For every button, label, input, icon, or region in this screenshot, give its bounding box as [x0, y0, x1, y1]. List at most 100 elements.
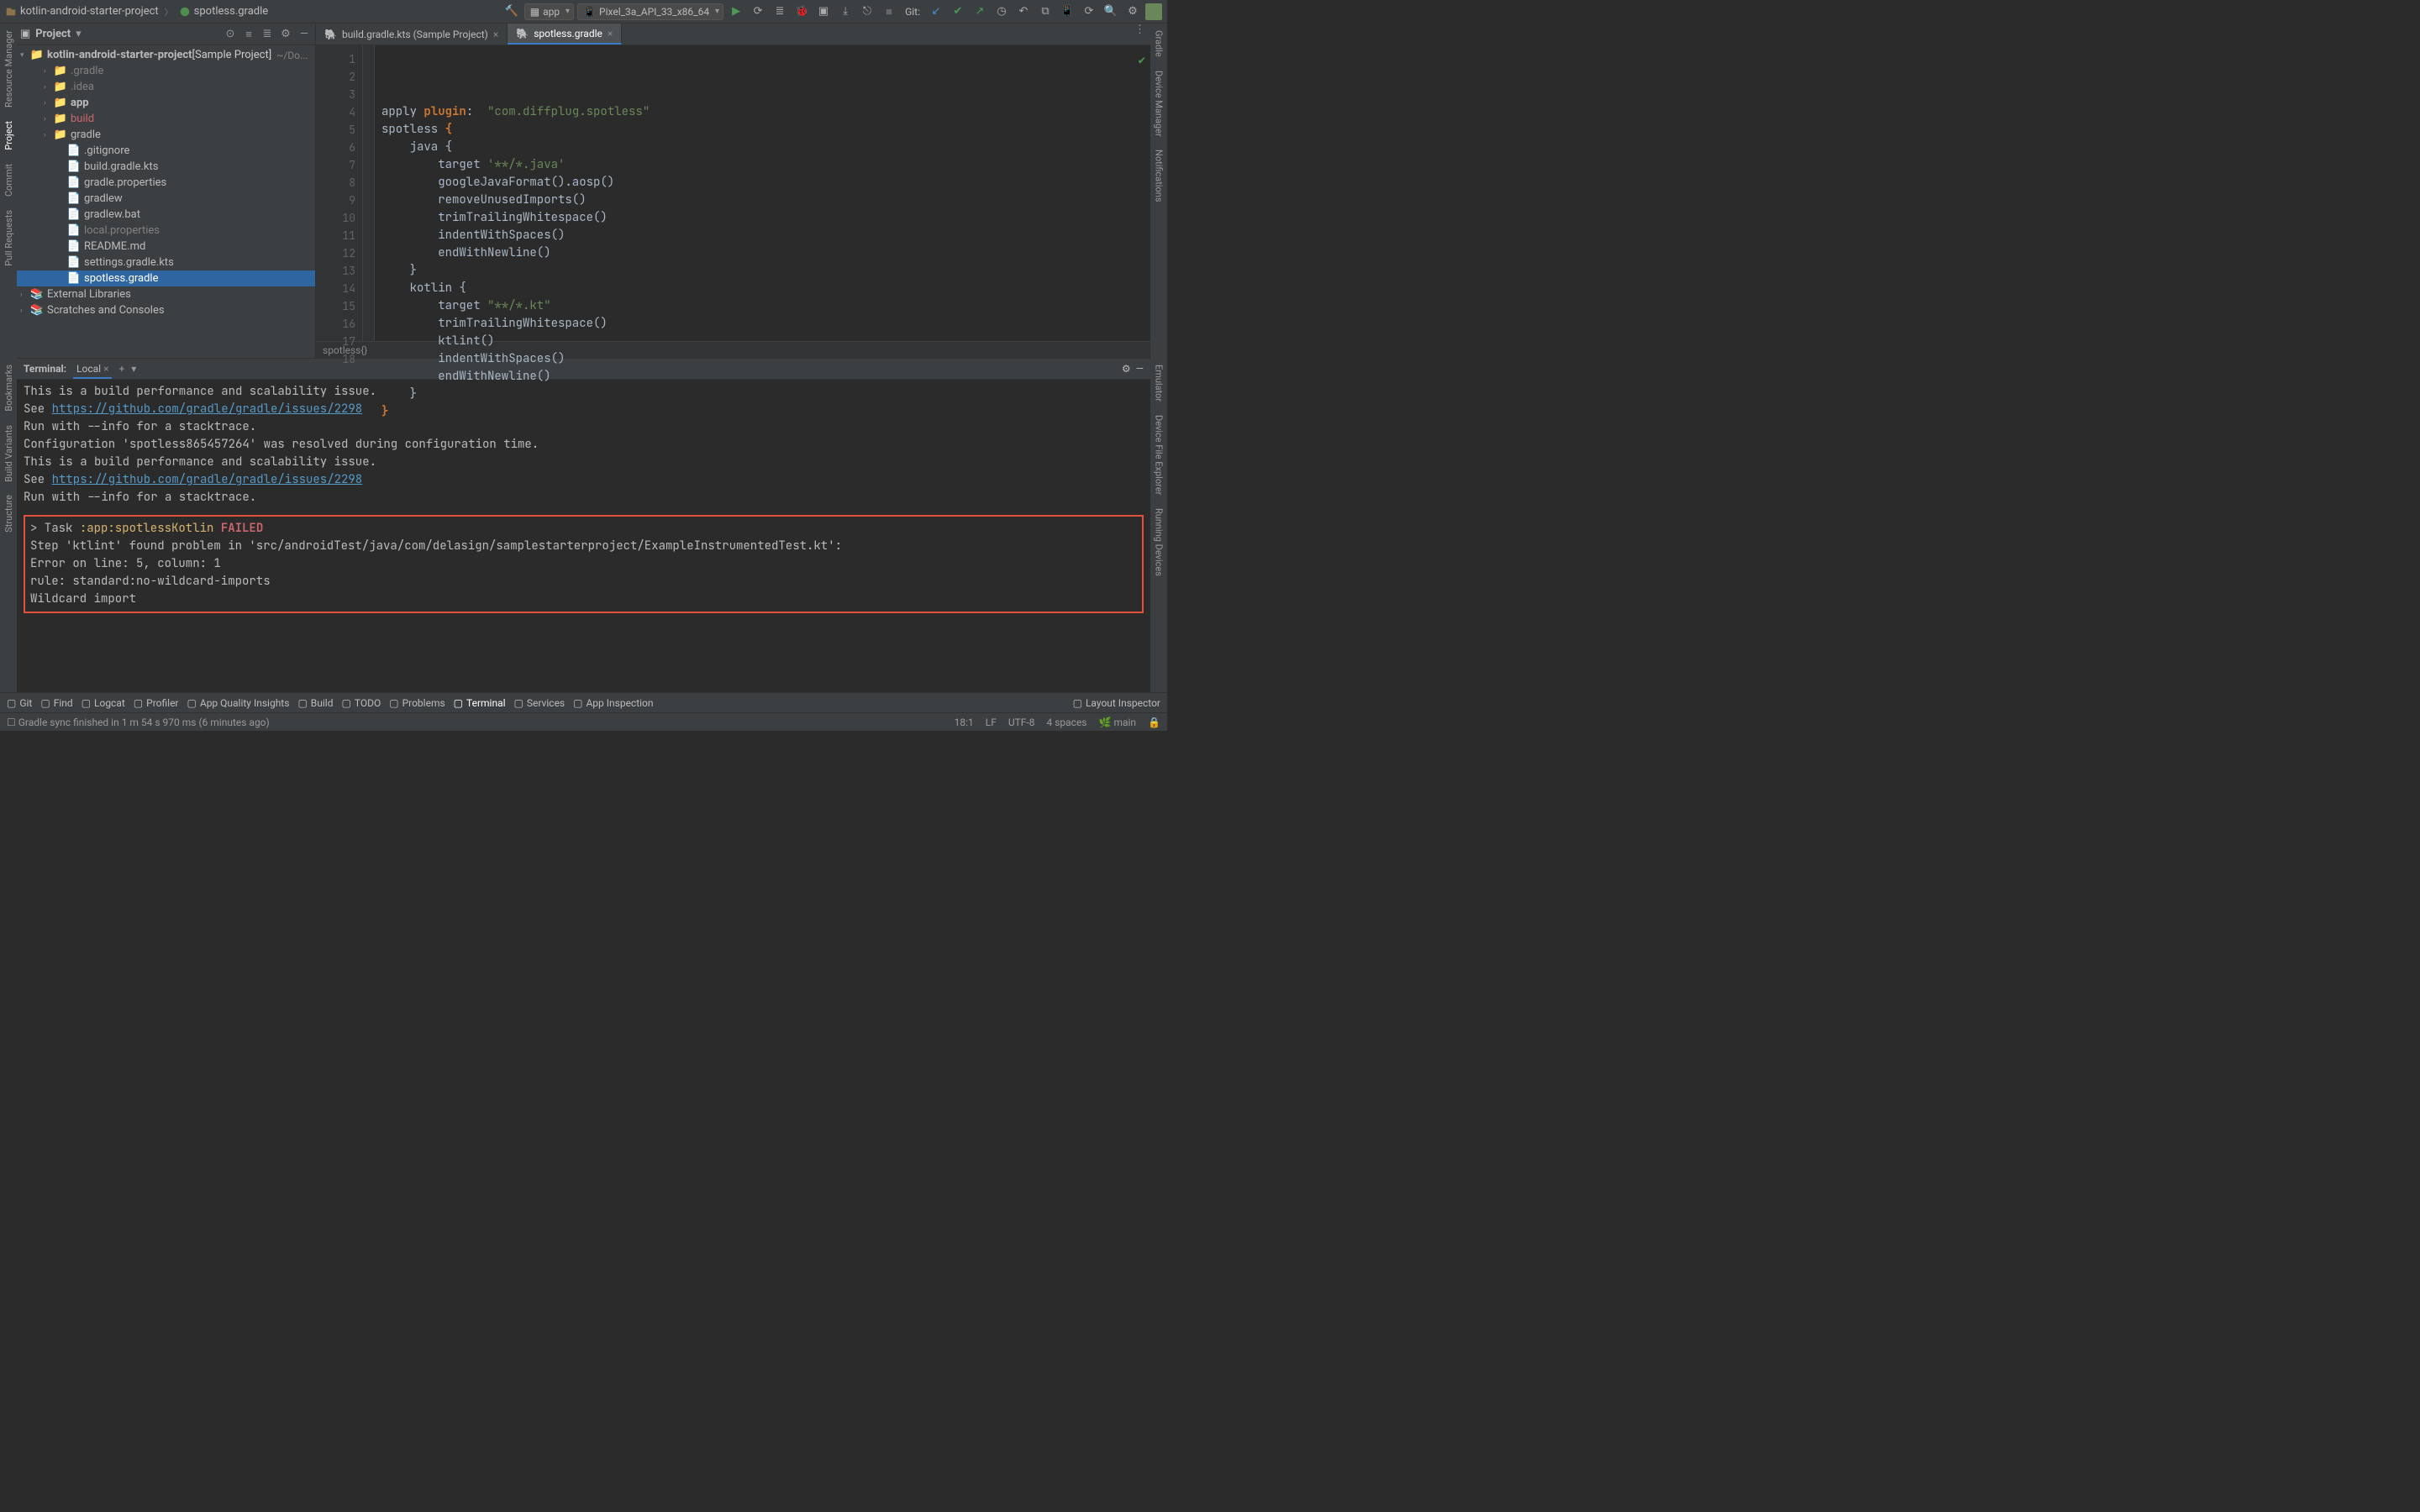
tree-item-gradle-properties[interactable]: 📄gradle.properties: [17, 175, 315, 191]
tree-item-build-gradle-kts[interactable]: 📄build.gradle.kts: [17, 159, 315, 175]
collapse-all-icon[interactable]: ≣: [260, 27, 275, 42]
hammer-icon[interactable]: 🔨: [502, 3, 521, 21]
attach-icon[interactable]: ⎋: [858, 3, 876, 21]
fold-gutter[interactable]: [363, 45, 375, 341]
coverage-icon[interactable]: ▣: [814, 3, 833, 21]
tree-item-gradle[interactable]: ›📁gradle: [17, 127, 315, 143]
rail-running-devices[interactable]: Running Devices: [1154, 505, 1165, 580]
bottom-tool-app-quality-insights[interactable]: ▢App Quality Insights: [187, 697, 290, 709]
vcs-update-icon[interactable]: ↙: [927, 3, 945, 21]
bottom-tool-strip: ▢Git ▢Find ▢Logcat ▢Profiler ▢App Quality In…: [0, 692, 1167, 712]
bottom-tool-git[interactable]: ▢Git: [7, 697, 32, 709]
profile-icon[interactable]: ≣: [771, 3, 789, 21]
caret-position[interactable]: 18:1: [955, 717, 974, 728]
rail-pull-requests[interactable]: Pull Requests: [3, 207, 14, 270]
bottom-tool-build[interactable]: ▢Build: [297, 697, 333, 709]
history-icon[interactable]: ◷: [992, 3, 1011, 21]
rail-device-file-explorer[interactable]: Device File Explorer: [1154, 412, 1165, 498]
close-icon[interactable]: ×: [608, 28, 613, 39]
tree-item--gradle[interactable]: ›📁.gradle: [17, 63, 315, 79]
attach-debugger-icon[interactable]: ⟳: [749, 3, 767, 21]
sync-icon[interactable]: ⟳: [1080, 3, 1098, 21]
terminal-title: Terminal:: [24, 363, 66, 375]
debug-icon[interactable]: 🐞: [792, 3, 811, 21]
terminal-panel: Terminal: Local × + ▾ ⚙ — This is a buil…: [17, 358, 1150, 692]
tree-item-app[interactable]: ›📁app: [17, 95, 315, 111]
rail-gradle[interactable]: Gradle: [1154, 27, 1165, 60]
rail-build-variants[interactable]: Build Variants: [3, 422, 14, 486]
tree-item-settings-gradle-kts[interactable]: 📄settings.gradle.kts: [17, 255, 315, 270]
inspection-ok-icon: ✔: [1139, 52, 1145, 70]
terminal-tab-local[interactable]: Local ×: [73, 360, 112, 379]
bottom-tool-services[interactable]: ▢Services: [514, 697, 566, 709]
rail-bookmarks[interactable]: Bookmarks: [3, 361, 14, 415]
expand-all-icon[interactable]: ≡: [241, 27, 256, 42]
tree-item--idea[interactable]: ›📁.idea: [17, 79, 315, 95]
lock-icon[interactable]: 🔒: [1148, 717, 1160, 728]
project-icon: [5, 6, 17, 18]
tree-item-build[interactable]: ›📁build: [17, 111, 315, 127]
bottom-tool-problems[interactable]: ▢Problems: [389, 697, 445, 709]
indent-setting[interactable]: 4 spaces: [1046, 717, 1086, 728]
app-inspection-icon[interactable]: ⧉: [1036, 3, 1055, 21]
settings-icon[interactable]: ⚙: [1123, 3, 1142, 21]
tree-item-gradlew-bat[interactable]: 📄gradlew.bat: [17, 207, 315, 223]
close-icon[interactable]: ×: [493, 29, 498, 40]
run-config-device[interactable]: 📱Pixel_3a_API_33_x86_64: [577, 3, 723, 20]
editor-tab-spotless-gradle[interactable]: 🐘spotless.gradle×: [508, 24, 622, 45]
editor-gutter: 123456789101112131415161718: [316, 45, 363, 341]
run-icon[interactable]: ▶: [727, 3, 745, 21]
terminal-add-icon[interactable]: +: [118, 363, 124, 375]
rail-device-manager[interactable]: Device Manager: [1154, 67, 1165, 140]
apply-changes-icon[interactable]: ⤓: [836, 3, 855, 21]
vcs-commit-icon[interactable]: ✔: [949, 3, 967, 21]
bottom-tool-app-inspection[interactable]: ▢App Inspection: [573, 697, 653, 709]
select-opened-icon[interactable]: ⊙: [223, 27, 238, 42]
bottom-tool-todo[interactable]: ▢TODO: [341, 697, 381, 709]
right-rail-lower: Emulator Device File Explorer Running De…: [1150, 358, 1167, 692]
device-manager-icon[interactable]: 📱: [1058, 3, 1076, 21]
bottom-tool-terminal[interactable]: ▢Terminal: [454, 697, 506, 709]
breadcrumb-root: kotlin-android-starter-project: [20, 5, 159, 18]
terminal-body[interactable]: This is a build performance and scalabil…: [17, 380, 1150, 692]
rail-project[interactable]: Project: [3, 118, 14, 154]
top-toolbar: kotlin-android-starter-project 〉 spotles…: [0, 0, 1167, 24]
rollback-icon[interactable]: ↶: [1014, 3, 1033, 21]
avatar[interactable]: [1145, 3, 1162, 20]
left-tool-rail: Resource Manager Project Commit Pull Req…: [0, 24, 17, 358]
project-tree[interactable]: ▾📁kotlin-android-starter-project [Sample…: [17, 45, 315, 358]
tree-item-external-libraries[interactable]: ›📚External Libraries: [17, 286, 315, 302]
encoding[interactable]: UTF-8: [1008, 717, 1035, 728]
terminal-dropdown-icon[interactable]: ▾: [131, 363, 136, 375]
bottom-tool-profiler[interactable]: ▢Profiler: [134, 697, 179, 709]
tree-item-gradlew[interactable]: 📄gradlew: [17, 191, 315, 207]
line-ending[interactable]: LF: [986, 717, 997, 728]
bottom-tool-logcat[interactable]: ▢Logcat: [82, 697, 125, 709]
search-icon[interactable]: 🔍: [1102, 3, 1120, 21]
tree-item-spotless-gradle[interactable]: 📄spotless.gradle: [17, 270, 315, 286]
vcs-push-icon[interactable]: ↗: [971, 3, 989, 21]
tree-item--gitignore[interactable]: 📄.gitignore: [17, 143, 315, 159]
rail-structure[interactable]: Structure: [3, 491, 14, 536]
code-editor[interactable]: ✔ apply plugin: "com.diffplug.spotless"s…: [375, 45, 1150, 341]
right-tool-rail: Gradle Device Manager Notifications: [1150, 24, 1167, 358]
bottom-tool-layout-inspector[interactable]: ▢Layout Inspector: [1073, 697, 1160, 709]
stop-icon[interactable]: ■: [880, 3, 898, 21]
tabs-more-icon[interactable]: ⋮: [1129, 24, 1150, 45]
breadcrumb[interactable]: kotlin-android-starter-project 〉 spotles…: [5, 5, 268, 18]
tree-item-local-properties[interactable]: 📄local.properties: [17, 223, 315, 239]
tree-item-scratches-and-consoles[interactable]: ›📚Scratches and Consoles: [17, 302, 315, 318]
rail-resource-manager[interactable]: Resource Manager: [3, 27, 14, 111]
run-config-app[interactable]: ▦app: [524, 3, 574, 20]
settings-tree-icon[interactable]: ⚙: [278, 27, 293, 42]
tree-root[interactable]: ▾📁kotlin-android-starter-project [Sample…: [17, 47, 315, 63]
hide-panel-icon[interactable]: —: [297, 27, 312, 42]
rail-emulator[interactable]: Emulator: [1154, 361, 1165, 405]
branch-widget[interactable]: 🌿 main: [1099, 717, 1137, 728]
rail-notifications[interactable]: Notifications: [1154, 146, 1165, 206]
editor-tab-build-gradle-kts-sample-project-[interactable]: 🐘build.gradle.kts (Sample Project)×: [316, 24, 508, 45]
bottom-tool-find[interactable]: ▢Find: [40, 697, 72, 709]
rail-commit[interactable]: Commit: [3, 160, 14, 200]
terminal-error-highlight: > Task :app:spotlessKotlin FAILEDStep 'k…: [24, 515, 1144, 613]
tree-item-readme-md[interactable]: 📄README.md: [17, 239, 315, 255]
